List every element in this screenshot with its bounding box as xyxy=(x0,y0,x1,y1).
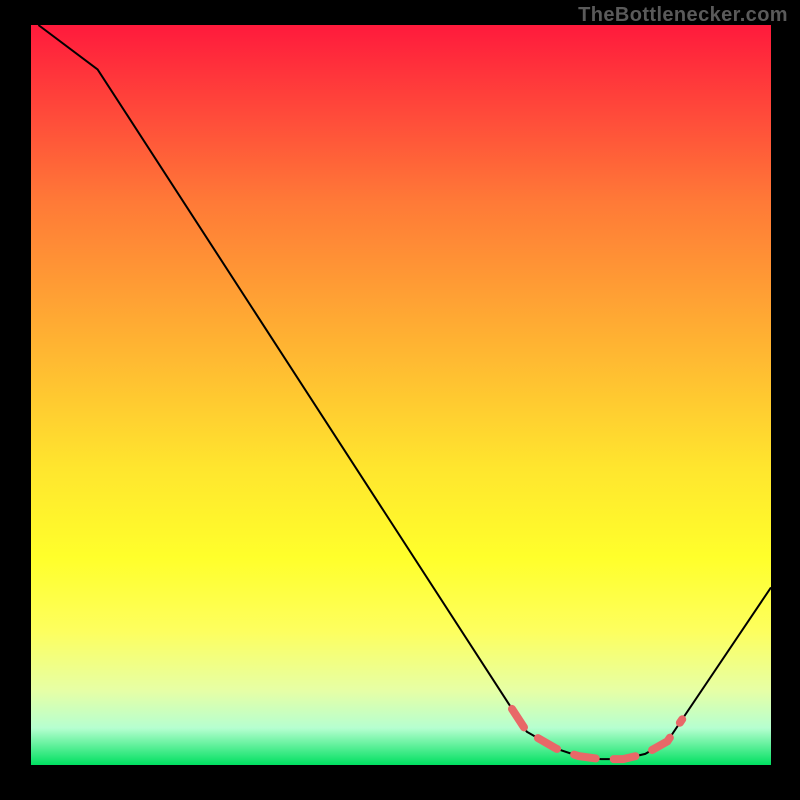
attribution-text: TheBottlenecker.com xyxy=(578,4,788,27)
series-line xyxy=(38,25,771,759)
series-highlight-dashes xyxy=(512,709,682,759)
chart-frame: TheBottlenecker.com xyxy=(0,0,800,800)
chart-svg xyxy=(31,25,771,765)
